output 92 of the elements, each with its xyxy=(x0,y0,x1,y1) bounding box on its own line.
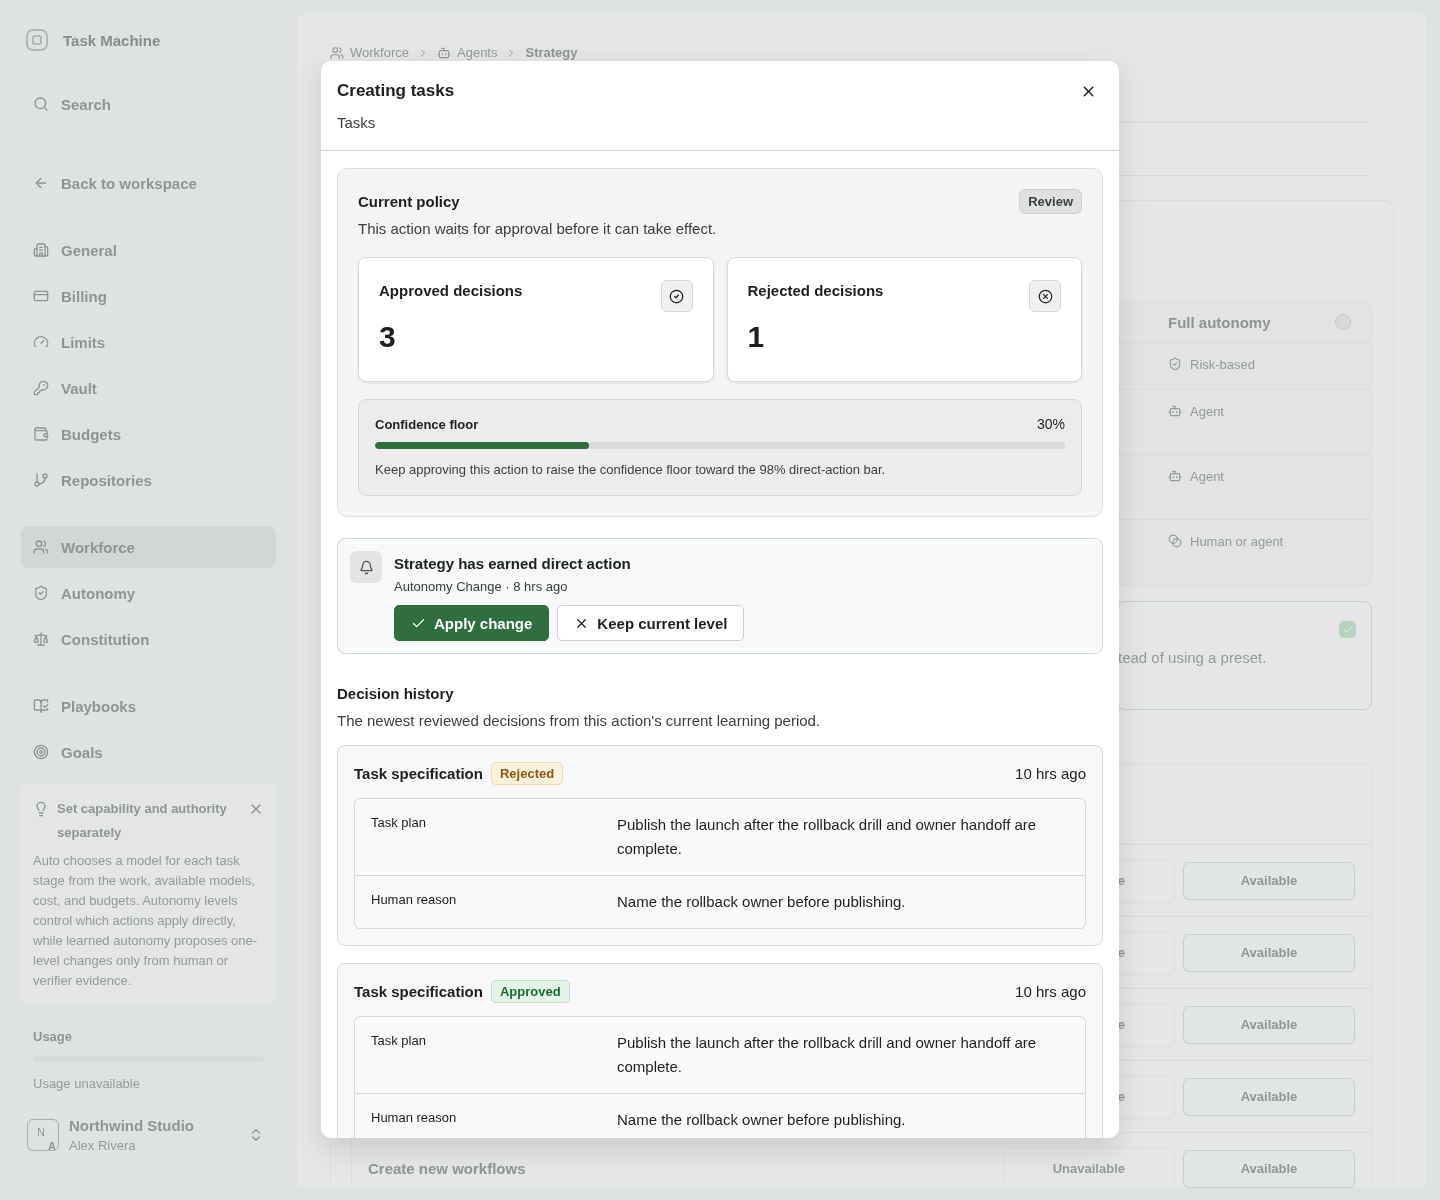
wallet-icon xyxy=(33,426,49,442)
decision-title: Task specification xyxy=(354,983,483,1000)
status-badge: Rejected xyxy=(490,762,564,785)
section-title: Decision history xyxy=(337,685,454,702)
tip-title: Set capability and authority separately xyxy=(57,800,228,842)
breadcrumb-link[interactable]: Workforce xyxy=(330,45,409,60)
target-icon xyxy=(33,744,49,760)
sidebar-item[interactable]: Billing xyxy=(21,275,276,317)
row-label: Create new workflows xyxy=(368,1159,526,1177)
stat-value: 1 xyxy=(747,320,766,354)
robot-icon xyxy=(1168,404,1182,418)
available-button[interactable]: Available xyxy=(1183,861,1355,900)
usage-label: Usage xyxy=(33,1029,73,1044)
app-name: Task Machine xyxy=(63,31,161,49)
branch-icon xyxy=(33,472,49,488)
policy-description: This action waits for approval before it can take effect. xyxy=(358,220,718,237)
keep-button[interactable]: Keep current level xyxy=(557,605,745,641)
field-label: Task plan xyxy=(371,1032,427,1050)
status-badge: Approved xyxy=(490,980,570,1003)
sidebar-item[interactable]: Goals xyxy=(21,731,276,773)
notification-title: Strategy has earned direct action xyxy=(394,555,632,572)
breadcrumb-link[interactable]: Strategy xyxy=(525,45,578,60)
workspace-name: Northwind Studio xyxy=(69,1117,195,1134)
stat-value: 3 xyxy=(379,320,397,354)
decision-time: 10 hrs ago xyxy=(1015,983,1086,1000)
policy-badge: Review xyxy=(1019,189,1082,214)
field-label: Task plan xyxy=(371,814,427,832)
shield-icon xyxy=(1168,357,1182,371)
credit-card-icon xyxy=(33,288,49,304)
radio-icon xyxy=(1335,314,1351,330)
section-title: Current policy xyxy=(358,193,460,210)
scales-icon xyxy=(33,631,49,647)
preset-text: tead of using a preset. xyxy=(1118,649,1267,666)
avatar: N A xyxy=(27,1119,59,1151)
book-icon xyxy=(33,698,49,714)
field-value: Publish the launch after the rollback drill and owner handoff are complete. xyxy=(617,815,1038,859)
decision-time: 10 hrs ago xyxy=(1015,765,1086,782)
confidence-reading: 30% xyxy=(1036,416,1065,432)
table-cell: Agent xyxy=(1190,404,1224,419)
available-button[interactable]: Available xyxy=(1183,1149,1355,1188)
field-label: Human reason xyxy=(371,891,458,909)
arrow-left-icon xyxy=(33,175,49,191)
field-label: Human reason xyxy=(371,1109,458,1127)
gauge-icon xyxy=(33,334,49,350)
confidence-note: Keep approving this action to raise the confidence floor toward the 98% direct-action bar. xyxy=(375,462,887,477)
building-icon xyxy=(33,242,49,258)
confidence-label: Confidence floor xyxy=(375,416,479,432)
dialog-title: Creating tasks xyxy=(337,81,455,101)
shield-icon xyxy=(33,585,49,601)
sidebar-item[interactable]: Vault xyxy=(21,367,276,409)
lightbulb-icon xyxy=(33,801,49,817)
table-cell: Risk-based xyxy=(1190,357,1256,372)
stat-label: Approved decisions xyxy=(379,282,523,299)
history-description: The newest reviewed decisions from this action's current learning period. xyxy=(337,712,822,729)
people-icon xyxy=(33,539,49,555)
stat-label: Rejected decisions xyxy=(747,282,884,299)
sidebar-item[interactable]: Limits xyxy=(21,321,276,363)
breadcrumb-link[interactable]: Agents xyxy=(437,45,498,60)
robot-icon xyxy=(1168,469,1182,483)
dialog-subtitle: Tasks xyxy=(337,114,377,131)
usage-status: Usage unavailable xyxy=(33,1076,140,1091)
key-icon xyxy=(33,380,49,396)
search-icon xyxy=(33,96,49,112)
available-button[interactable]: Available xyxy=(1183,933,1355,972)
bell-icon xyxy=(350,551,382,583)
back-link[interactable]: Back to workspace xyxy=(21,162,276,204)
sidebar-item[interactable]: Playbooks xyxy=(21,685,276,727)
column-header: Full autonomy xyxy=(1168,313,1272,331)
checkbox[interactable] xyxy=(1339,621,1356,638)
sidebar-item[interactable]: Repositories xyxy=(21,459,276,501)
table-cell: Unavailable xyxy=(1003,1146,1175,1188)
sidebar-item[interactable]: Autonomy xyxy=(21,572,276,614)
available-button[interactable]: Available xyxy=(1183,1005,1355,1044)
robot-icon xyxy=(437,45,451,60)
apply-button[interactable]: Apply change xyxy=(394,605,550,641)
logo-icon xyxy=(25,28,49,52)
sidebar-item[interactable]: Constitution xyxy=(21,618,276,660)
user-name: Alex Rivera xyxy=(69,1138,137,1153)
table-cell: Agent xyxy=(1190,469,1224,484)
sidebar-item[interactable]: General xyxy=(21,229,276,271)
search-field[interactable]: Search xyxy=(21,83,276,125)
field-value: Name the rollback owner before publishing. xyxy=(617,892,907,912)
linked-circles-icon xyxy=(1168,534,1182,548)
sidebar-item[interactable]: Budgets xyxy=(21,413,276,455)
table-cell: Human or agent xyxy=(1190,534,1284,549)
field-value: Name the rollback owner before publishing. xyxy=(617,1110,907,1130)
people-icon xyxy=(330,45,344,60)
available-button[interactable]: Available xyxy=(1183,1077,1355,1116)
notification-meta: Autonomy Change · 8 hrs ago xyxy=(394,579,569,594)
sidebar-item[interactable]: Workforce xyxy=(21,526,276,568)
tip-text: Auto chooses a model for each task stage from the work, available models, cost, and budgets. Autonomy levels control which actions apply directly, while learned autonomy proposes one-level changes only from human or verifier evidence. xyxy=(33,852,259,990)
decision-title: Task specification xyxy=(354,765,483,782)
